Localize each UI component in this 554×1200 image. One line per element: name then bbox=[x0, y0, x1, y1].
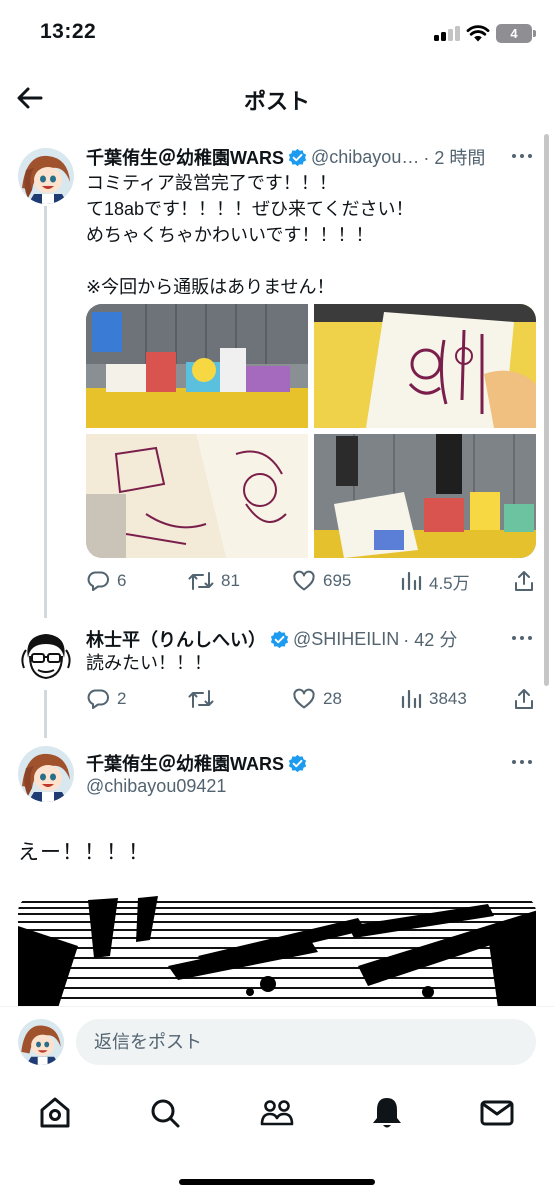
heart-icon bbox=[293, 570, 315, 591]
verified-badge-icon bbox=[270, 630, 289, 648]
comment-icon bbox=[87, 571, 109, 591]
tweet-header: 千葉侑生＠幼稚園WARS bbox=[86, 750, 311, 776]
share-button[interactable] bbox=[512, 684, 543, 714]
user-handle[interactable]: @chibayou09421 bbox=[86, 776, 226, 797]
like-count: 28 bbox=[323, 689, 342, 708]
photo-booth-display[interactable] bbox=[314, 434, 536, 558]
views-button[interactable]: 3843 bbox=[400, 684, 467, 714]
mail-icon[interactable] bbox=[478, 1094, 516, 1132]
scrollbar[interactable] bbox=[544, 134, 549, 686]
display-name[interactable]: 林士平（りんしへい） bbox=[86, 626, 266, 652]
user-handle[interactable]: @chibayou… bbox=[311, 147, 419, 168]
more-options-icon[interactable] bbox=[512, 152, 536, 160]
tweet-media-grid bbox=[86, 304, 536, 558]
reply-button[interactable]: 2 bbox=[86, 684, 126, 714]
display-name[interactable]: 千葉侑生＠幼稚園WARS bbox=[86, 750, 284, 776]
tweet-text: コミティア設営完了です！！！ て18abです！！！！ぜひ来てください！ めちゃく… bbox=[86, 173, 414, 297]
tweet-header: 千葉侑生＠幼稚園WARS @chibayou… · 2 時間 bbox=[86, 144, 485, 170]
photo-book-pages[interactable] bbox=[86, 434, 308, 558]
tweet-text: えー！！！！ bbox=[18, 841, 150, 864]
status-time: 13:22 bbox=[40, 20, 97, 43]
reply-composer: 返信をポスト bbox=[0, 1006, 554, 1078]
reply-count: 6 bbox=[117, 571, 127, 590]
thread-line bbox=[44, 206, 47, 618]
retweet-icon bbox=[188, 690, 214, 708]
avatar bbox=[18, 1019, 64, 1065]
bar-chart-icon bbox=[401, 571, 422, 591]
share-icon bbox=[515, 689, 533, 709]
home-icon[interactable] bbox=[36, 1094, 74, 1132]
header: ポスト bbox=[0, 70, 554, 126]
reply-input[interactable]: 返信をポスト bbox=[76, 1019, 536, 1065]
bar-chart-icon bbox=[401, 689, 422, 709]
search-icon[interactable] bbox=[146, 1094, 184, 1132]
timestamp[interactable]: · 42 分 bbox=[403, 626, 457, 652]
view-count: 3843 bbox=[429, 689, 467, 708]
home-indicator[interactable] bbox=[179, 1179, 375, 1185]
avatar[interactable] bbox=[18, 148, 74, 204]
user-handle[interactable]: @SHIHEILIN bbox=[293, 629, 399, 650]
thread-line bbox=[44, 690, 47, 738]
bell-icon[interactable] bbox=[368, 1094, 406, 1132]
photo-book-cover[interactable] bbox=[314, 304, 536, 428]
photo-booth-table[interactable] bbox=[86, 304, 308, 428]
communities-icon[interactable] bbox=[258, 1094, 296, 1132]
more-options-icon[interactable] bbox=[512, 758, 536, 766]
share-button[interactable] bbox=[512, 566, 543, 596]
views-button[interactable]: 4.5万 bbox=[400, 566, 470, 596]
reply-button[interactable]: 6 bbox=[86, 566, 126, 596]
verified-badge-icon bbox=[288, 754, 307, 772]
verified-badge-icon bbox=[288, 148, 307, 166]
like-button[interactable]: 695 bbox=[292, 566, 351, 596]
like-button[interactable]: 28 bbox=[292, 684, 342, 714]
page-title: ポスト bbox=[243, 89, 310, 114]
share-icon bbox=[515, 571, 533, 591]
tweet-text: 読みたい！！！ bbox=[86, 653, 212, 673]
view-count: 4.5万 bbox=[429, 573, 470, 593]
avatar[interactable] bbox=[18, 628, 74, 684]
tweet-actions: 2 28 3843 bbox=[86, 684, 536, 714]
tweet-media-image[interactable] bbox=[18, 896, 536, 1008]
display-name[interactable]: 千葉侑生＠幼稚園WARS bbox=[86, 144, 284, 170]
timestamp[interactable]: · 2 時間 bbox=[423, 144, 485, 170]
retweet-icon bbox=[188, 572, 214, 590]
like-count: 695 bbox=[323, 571, 352, 590]
tweet-header: 林士平（りんしへい） @SHIHEILIN · 42 分 bbox=[86, 626, 457, 652]
avatar[interactable] bbox=[18, 746, 74, 802]
tweet-actions: 6 81 695 4.5万 bbox=[86, 566, 536, 596]
status-bar: 13:22 4 bbox=[0, 0, 554, 66]
battery-indicator: 4 bbox=[496, 24, 536, 43]
heart-icon bbox=[293, 688, 315, 709]
more-options-icon[interactable] bbox=[512, 634, 536, 642]
cellular-signal-icon bbox=[434, 25, 460, 41]
retweet-button[interactable]: 81 bbox=[188, 566, 240, 596]
retweet-button[interactable] bbox=[188, 684, 221, 714]
tweet-handle-row: @chibayou09421 bbox=[86, 776, 226, 797]
retweet-count: 81 bbox=[221, 571, 240, 590]
comment-icon bbox=[87, 689, 109, 709]
wifi-icon bbox=[466, 25, 490, 42]
reply-count: 2 bbox=[117, 689, 127, 708]
